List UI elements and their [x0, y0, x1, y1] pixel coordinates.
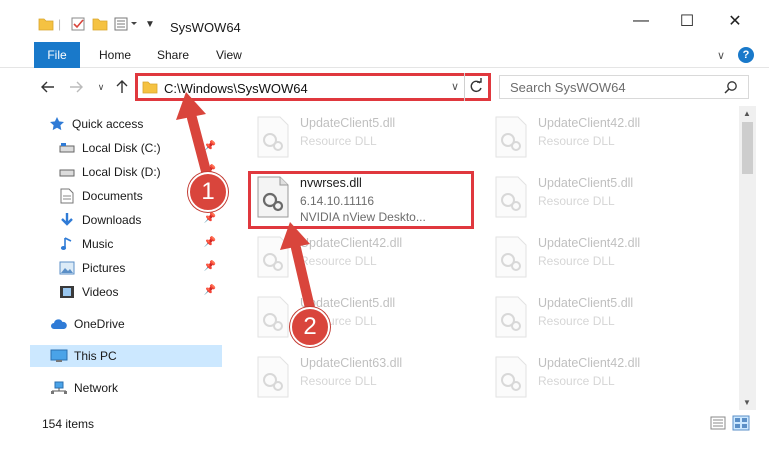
- annotation-badge-2: 2: [290, 307, 330, 347]
- arrow-2: [280, 222, 315, 313]
- annotation-arrows: [176, 92, 315, 313]
- file-explorer-window: | ▼ SysWOW64 — ☐ ✕ File Home Share View …: [0, 0, 769, 464]
- arrow-1: [176, 92, 212, 180]
- annotation-badge-1: 1: [188, 172, 228, 212]
